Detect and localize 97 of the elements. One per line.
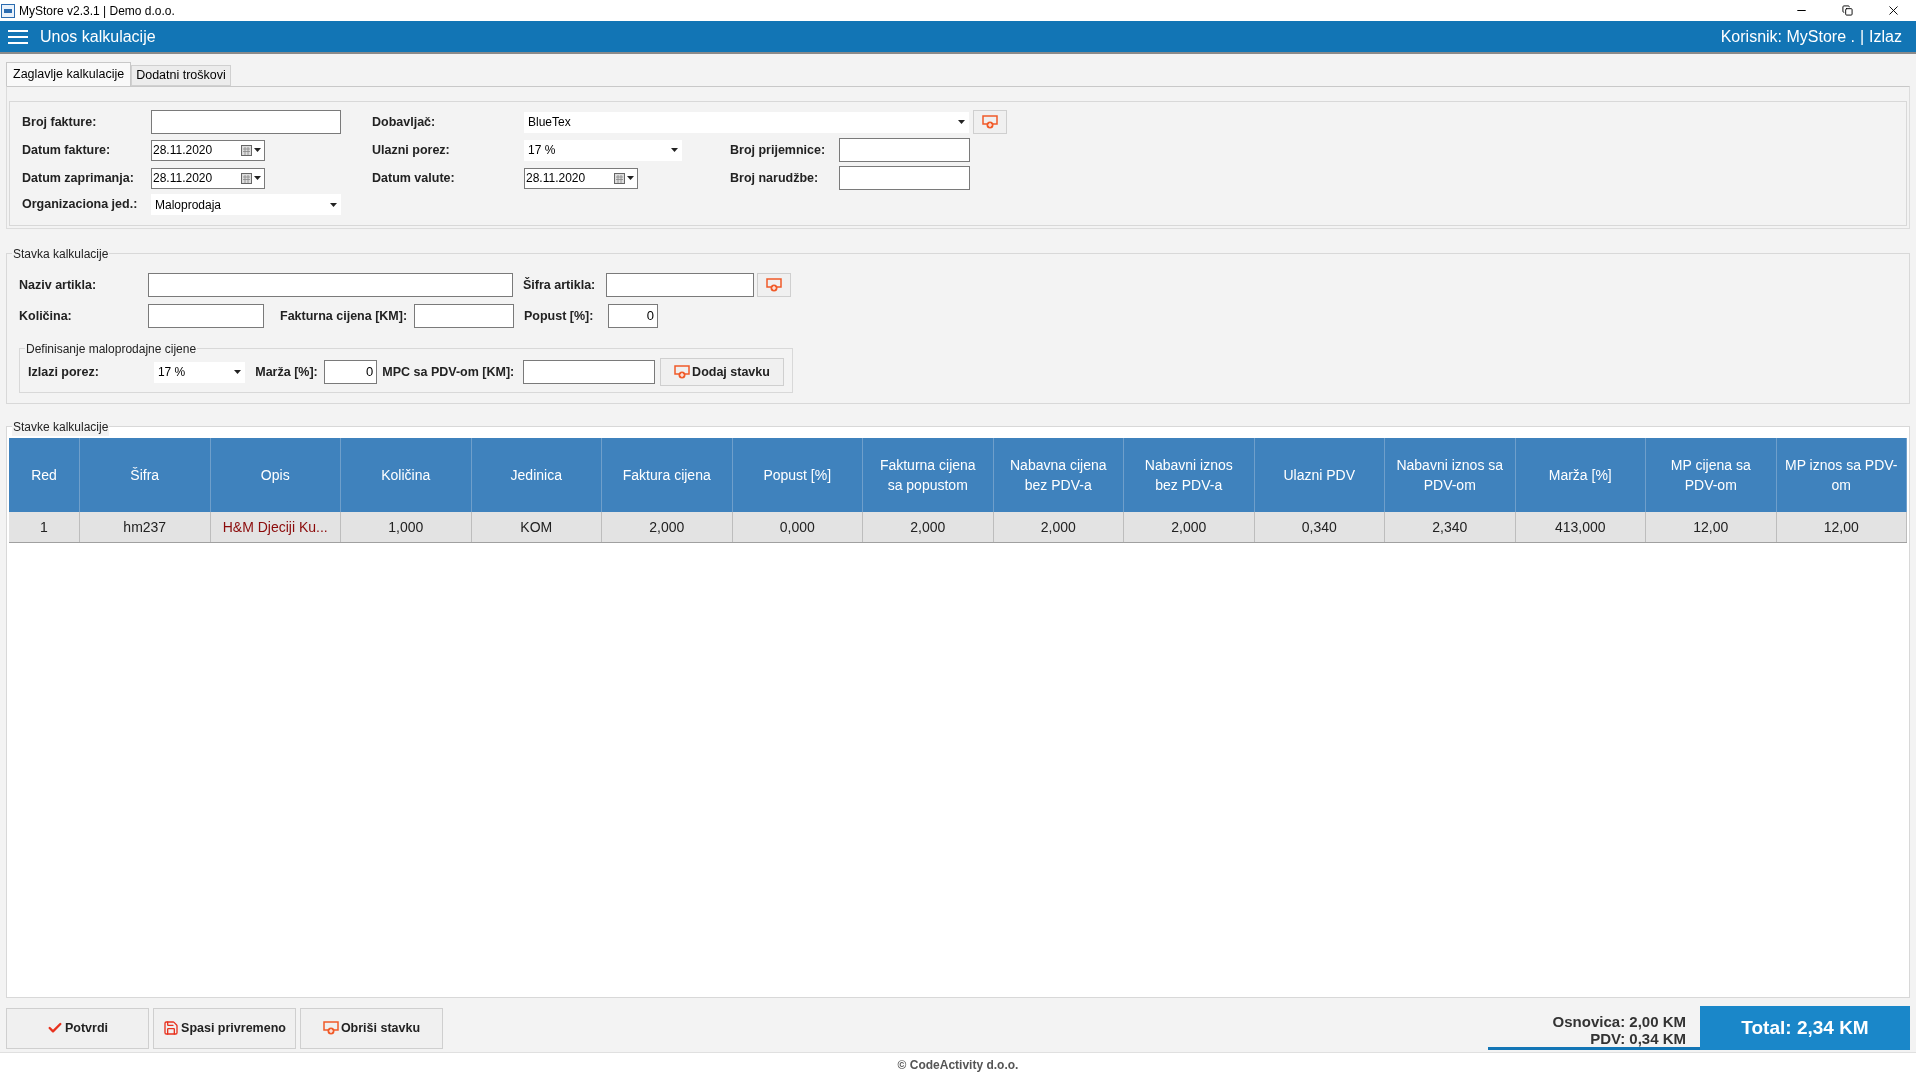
tab[interactable]: Dodatni troškovi bbox=[131, 65, 231, 86]
field-label: Broj prijemnice: bbox=[730, 141, 827, 159]
action-button[interactable]: Obriši stavku bbox=[300, 1007, 443, 1049]
input-field[interactable] bbox=[839, 166, 970, 190]
input-field[interactable] bbox=[151, 110, 341, 134]
column-header: MP iznos sa PDV-om bbox=[1776, 438, 1907, 512]
field-label: Dobavljač: bbox=[372, 113, 437, 131]
column-header: Nabavni iznos bez PDV-a bbox=[1124, 438, 1255, 512]
table-cell: 2,000 bbox=[993, 512, 1124, 542]
field-label: Broj fakture: bbox=[22, 113, 98, 131]
input-field[interactable] bbox=[414, 304, 514, 328]
field-label: Marža [%]: bbox=[255, 363, 319, 381]
field-label: Izlazi porez: bbox=[28, 363, 100, 381]
menu-icon[interactable] bbox=[8, 28, 28, 45]
table-cell: 2,340 bbox=[1385, 512, 1516, 542]
app-icon bbox=[1, 3, 15, 18]
field-label: Datum fakture: bbox=[22, 141, 112, 159]
date-field[interactable]: 28.11.2020 bbox=[151, 139, 265, 161]
column-header: Opis bbox=[210, 438, 341, 512]
action-button[interactable]: Potvrdi bbox=[6, 1007, 149, 1049]
column-header: Red bbox=[9, 438, 80, 512]
input-field[interactable] bbox=[148, 304, 264, 328]
input-field[interactable] bbox=[148, 273, 513, 297]
date-field[interactable]: 28.11.2020 bbox=[151, 167, 265, 189]
column-header: Marža [%] bbox=[1515, 438, 1646, 512]
table-row[interactable]: 1 hm237 H&M Djeciji Ku... 1,000 KOM 2,000 0,000 2,000 2,000 2,000 0,340 2,340 413,000 12,00 12,00 bbox=[9, 512, 1907, 543]
page-title: Unos kalkulacije bbox=[40, 26, 156, 47]
field-label: Šifra artikla: bbox=[523, 276, 597, 294]
dropdown-field[interactable]: Maloprodaja bbox=[151, 194, 341, 215]
table-cell: 2,000 bbox=[602, 512, 733, 542]
field-label: Datum zaprimanja: bbox=[22, 169, 135, 187]
field-label: MPC sa PDV-om [KM]: bbox=[382, 363, 516, 381]
input-field[interactable]: 0 bbox=[608, 304, 658, 328]
dropdown-arrow-icon bbox=[254, 176, 261, 180]
add-item-button[interactable]: Dodaj stavku bbox=[660, 358, 784, 386]
table-cell: 1,000 bbox=[341, 512, 472, 542]
input-field[interactable] bbox=[523, 360, 656, 384]
field-label: Broj narudžbe: bbox=[730, 169, 820, 187]
dropdown-arrow-icon bbox=[671, 148, 678, 152]
date-field[interactable]: 28.11.2020 bbox=[524, 167, 638, 189]
calendar-icon bbox=[241, 172, 252, 184]
add-button[interactable] bbox=[973, 110, 1007, 134]
add-button[interactable] bbox=[757, 273, 791, 297]
dropdown-field[interactable]: 17 % bbox=[153, 361, 246, 383]
restore-icon bbox=[1841, 5, 1853, 16]
table-cell: 2,000 bbox=[1124, 512, 1255, 542]
table-cell: H&M Djeciji Ku... bbox=[210, 512, 341, 542]
dropdown-arrow-icon bbox=[627, 176, 634, 180]
table-cell: hm237 bbox=[80, 512, 211, 542]
add-icon bbox=[322, 1021, 339, 1035]
input-field[interactable]: 0 bbox=[323, 360, 378, 384]
column-header: Jedinica bbox=[471, 438, 602, 512]
column-header: Nabavni iznos sa PDV-om bbox=[1385, 438, 1516, 512]
add-icon bbox=[766, 278, 782, 292]
column-header: Faktura cijena bbox=[602, 438, 733, 512]
table-cell: 0,000 bbox=[732, 512, 863, 542]
field-label: Količina: bbox=[19, 307, 73, 325]
field-label: Ulazni porez: bbox=[372, 141, 451, 159]
table-cell: 12,00 bbox=[1776, 512, 1907, 542]
dropdown-arrow-icon bbox=[234, 370, 242, 374]
add-icon bbox=[674, 365, 691, 379]
action-button[interactable]: Spasi privremeno bbox=[153, 1007, 296, 1049]
copyright: © CodeActivity d.o.o. bbox=[897, 1056, 1019, 1074]
table-cell: KOM bbox=[471, 512, 602, 542]
total-amount: Total: 2,34 KM bbox=[1700, 1006, 1910, 1050]
separator: | bbox=[1859, 26, 1865, 47]
field-label: Datum valute: bbox=[372, 169, 456, 187]
field-label: Popust [%]: bbox=[524, 307, 595, 325]
dropdown-field[interactable]: BlueTex bbox=[524, 111, 969, 133]
table-cell: 12,00 bbox=[1646, 512, 1777, 542]
field-label: Organizaciona jed.: bbox=[22, 196, 139, 214]
calendar-icon bbox=[614, 172, 625, 184]
column-header: Nabavna cijena bez PDV-a bbox=[993, 438, 1124, 512]
table-cell: 413,000 bbox=[1515, 512, 1646, 542]
table-cell: 2,000 bbox=[863, 512, 994, 542]
column-header: Fakturna cijena sa popustom bbox=[863, 438, 994, 512]
table-cell: 0,340 bbox=[1254, 512, 1385, 542]
column-header: Popust [%] bbox=[732, 438, 863, 512]
dropdown-arrow-icon bbox=[254, 148, 261, 152]
tab[interactable]: Zaglavlje kalkulacije bbox=[6, 62, 132, 86]
window-title: MyStore v2.3.1 | Demo d.o.o. bbox=[19, 2, 175, 20]
add-icon bbox=[982, 115, 998, 129]
column-header: Šifra bbox=[80, 438, 211, 512]
field-label: Fakturna cijena [KM]: bbox=[280, 307, 409, 325]
input-field[interactable] bbox=[839, 138, 970, 162]
dropdown-arrow-icon bbox=[958, 120, 965, 124]
column-header: Ulazni PDV bbox=[1254, 438, 1385, 512]
input-field[interactable] bbox=[606, 273, 754, 297]
column-header: Količina bbox=[341, 438, 472, 512]
column-header: MP cijena sa PDV-om bbox=[1646, 438, 1777, 512]
calendar-icon bbox=[241, 144, 252, 156]
field-label: Naziv artikla: bbox=[19, 276, 98, 294]
logout-link[interactable]: Izlaz bbox=[1869, 24, 1902, 49]
dropdown-arrow-icon bbox=[330, 202, 337, 207]
dropdown-field[interactable]: 17 % bbox=[524, 139, 682, 161]
table-cell: 1 bbox=[9, 512, 80, 542]
user-label: Korisnik: MyStore . bbox=[1720, 26, 1855, 47]
